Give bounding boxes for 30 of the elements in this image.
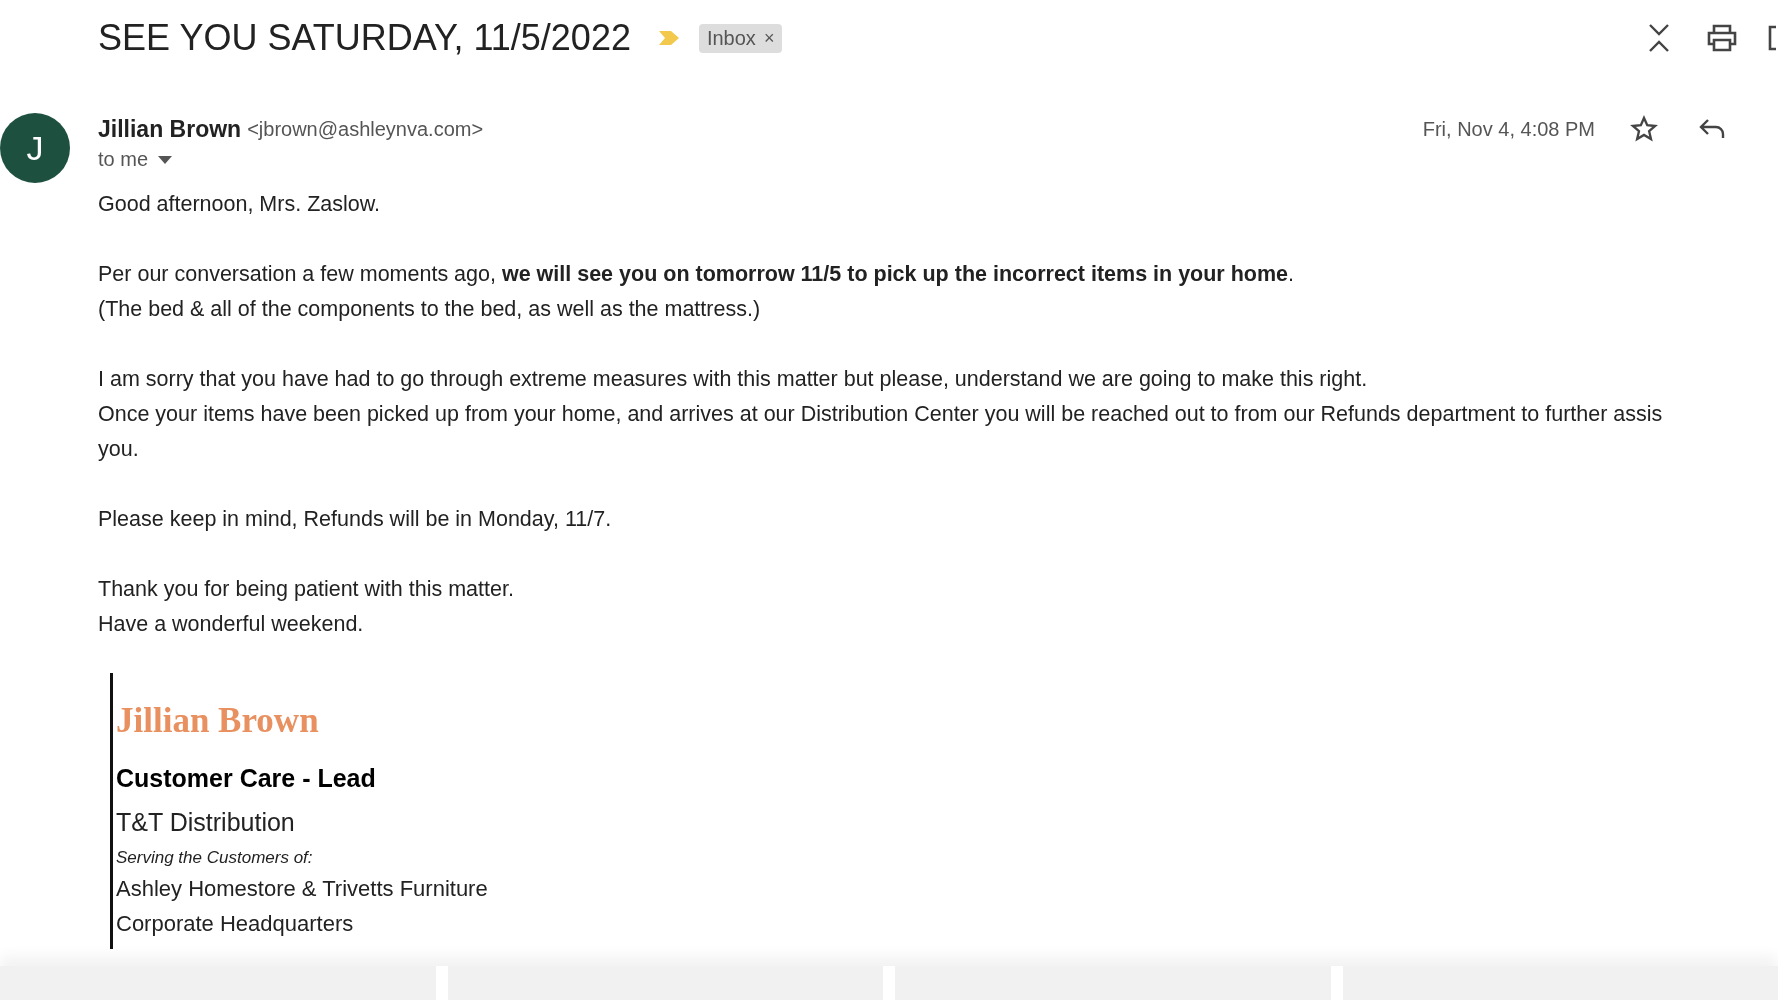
dropdown-caret-icon[interactable] xyxy=(158,155,173,164)
body-text: Once your items have been picked up from your home, and arrives at our Distribution Center you will be reached out to from our Refunds department to further assis xyxy=(98,401,1664,428)
new-window-icon[interactable] xyxy=(1768,24,1778,52)
print-icon[interactable] xyxy=(1706,24,1738,52)
body-text: I am sorry that you have had to go through extreme measures with this matter but please, understand we are going to make this right. xyxy=(98,366,1369,393)
sender-avatar: J xyxy=(0,113,70,183)
body-text: Per our conversation a few moments ago, we will see you on tomorrow 11/5 to pick up the incorrect items in your home. xyxy=(98,261,1296,288)
remove-label-button[interactable]: × xyxy=(763,27,775,49)
body-text: (The bed & all of the components to the bed, as well as the mattress.) xyxy=(98,296,762,323)
sender-name: Jillian Brown xyxy=(98,115,242,143)
body-text: you. xyxy=(98,436,140,463)
label-chip: Inbox × xyxy=(698,23,783,53)
sender-email: <jbrown@ashleynva.com> xyxy=(247,117,484,141)
collapse-icon[interactable] xyxy=(1646,22,1672,54)
star-icon[interactable] xyxy=(1630,115,1658,143)
signature-text: Corporate Headquarters xyxy=(116,910,355,938)
signature-title: Customer Care - Lead xyxy=(116,763,377,794)
signature-company: T&T Distribution xyxy=(116,807,296,838)
recipient-text: to me xyxy=(98,148,149,171)
reply-icon[interactable] xyxy=(1698,118,1726,140)
body-text: Good afternoon, Mrs. Zaslow. xyxy=(98,191,382,218)
signature-text: Ashley Homestore & Trivetts Furniture xyxy=(116,875,489,903)
message-date: Fri, Nov 4, 4:08 PM xyxy=(1422,117,1595,141)
signature-note: Serving the Customers of: xyxy=(116,847,314,869)
body-text: Have a wonderful weekend. xyxy=(98,611,365,638)
importance-marker-icon[interactable] xyxy=(656,29,681,47)
body-text: Please keep in mind, Refunds will be in Monday, 11/7. xyxy=(98,506,613,533)
body-text: Thank you for being patient with this matter. xyxy=(98,576,515,603)
signature-name: Jillian Brown xyxy=(116,700,320,742)
email-subject: SEE YOU SATURDAY, 11/5/2022 xyxy=(98,17,631,59)
